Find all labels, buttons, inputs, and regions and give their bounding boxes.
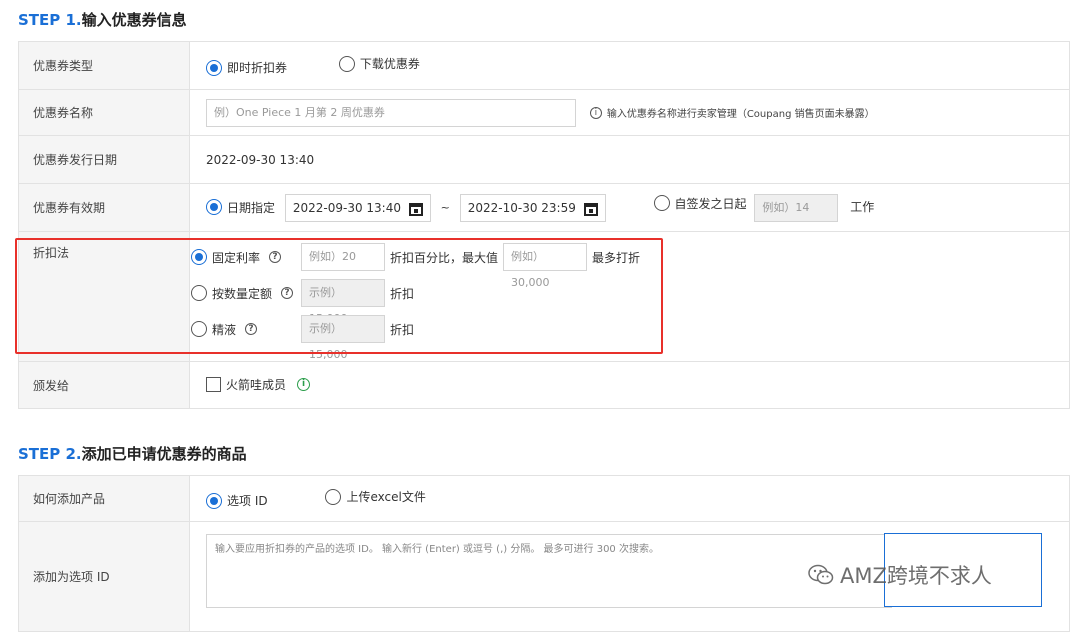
row-issue-date: 优惠券发行日期 2022-09-30 13:40 (18, 135, 1070, 184)
calendar-icon[interactable] (408, 200, 424, 217)
coupon-name-input[interactable]: 例）One Piece 1 月第 2 周优惠券 (206, 98, 576, 127)
step2-title: STEP 2.添加已申请优惠券的商品 (18, 445, 247, 463)
checkbox-icon (206, 376, 221, 392)
radio-selected-icon (206, 59, 222, 76)
radio-date-specify[interactable]: 日期指定 (206, 199, 275, 216)
issue-to-label: 颁发给 (18, 361, 190, 409)
calendar-icon[interactable] (583, 200, 599, 217)
start-date-input[interactable]: 2022-09-30 13:40 (284, 193, 431, 222)
row-coupon-type: 优惠券类型 即时折扣券 下载优惠券 (18, 41, 1070, 90)
option-id-textarea[interactable]: 输入要应用折扣券的产品的选项 ID。 输入新行 (Enter) 或逗号 (,) … (206, 534, 892, 608)
row-validity: 优惠券有效期 日期指定 2022-09-30 13:40 ~ 2022-10-3… (18, 183, 1070, 232)
issue-date-value: 2022-09-30 13:40 (189, 135, 1070, 184)
row-coupon-name: 优惠券名称 例）One Piece 1 月第 2 周优惠券 i 输入优惠券名称进… (18, 89, 1070, 136)
row-issue-to: 颁发给 火箭哇成员 i (18, 361, 1070, 409)
watermark: AMZ跨境不求人 (808, 560, 992, 590)
days-input[interactable]: 例如）14 (754, 193, 839, 222)
radio-selected-icon (206, 199, 222, 215)
step1-title: STEP 1.输入优惠券信息 (18, 11, 187, 29)
validity-label: 优惠券有效期 (18, 183, 190, 232)
radio-option-id[interactable]: 选项 ID (206, 492, 268, 509)
rocket-member-checkbox[interactable]: 火箭哇成员 i (206, 376, 311, 393)
coupon-type-label: 优惠券类型 (18, 41, 190, 90)
coupon-name-label: 优惠券名称 (18, 89, 190, 136)
end-date-input[interactable]: 2022-10-30 23:59 (459, 193, 606, 222)
issue-date-label: 优惠券发行日期 (18, 135, 190, 184)
wechat-icon (808, 564, 834, 585)
coupon-name-hint: 输入优惠券名称进行卖家管理（Coupang 销售页面未暴露） (606, 109, 875, 120)
info-icon: i (589, 106, 602, 119)
row-add-method: 如何添加产品 选项 ID 上传excel文件 (18, 475, 1070, 522)
radio-instant-discount[interactable]: 即时折扣券 (206, 59, 287, 76)
radio-empty-icon (325, 488, 342, 505)
radio-empty-icon (653, 195, 670, 211)
radio-download-coupon[interactable]: 下载优惠券 (338, 55, 420, 72)
add-method-label: 如何添加产品 (18, 475, 190, 522)
add-option-id-label: 添加为选项 ID (18, 521, 190, 632)
radio-selected-icon (206, 492, 222, 509)
radio-days-from-issue[interactable]: 自签发之日起 (653, 195, 747, 212)
highlight-box (15, 238, 663, 354)
radio-upload-excel[interactable]: 上传excel文件 (325, 488, 426, 505)
info-icon[interactable]: i (297, 377, 311, 391)
radio-empty-icon (338, 55, 355, 72)
